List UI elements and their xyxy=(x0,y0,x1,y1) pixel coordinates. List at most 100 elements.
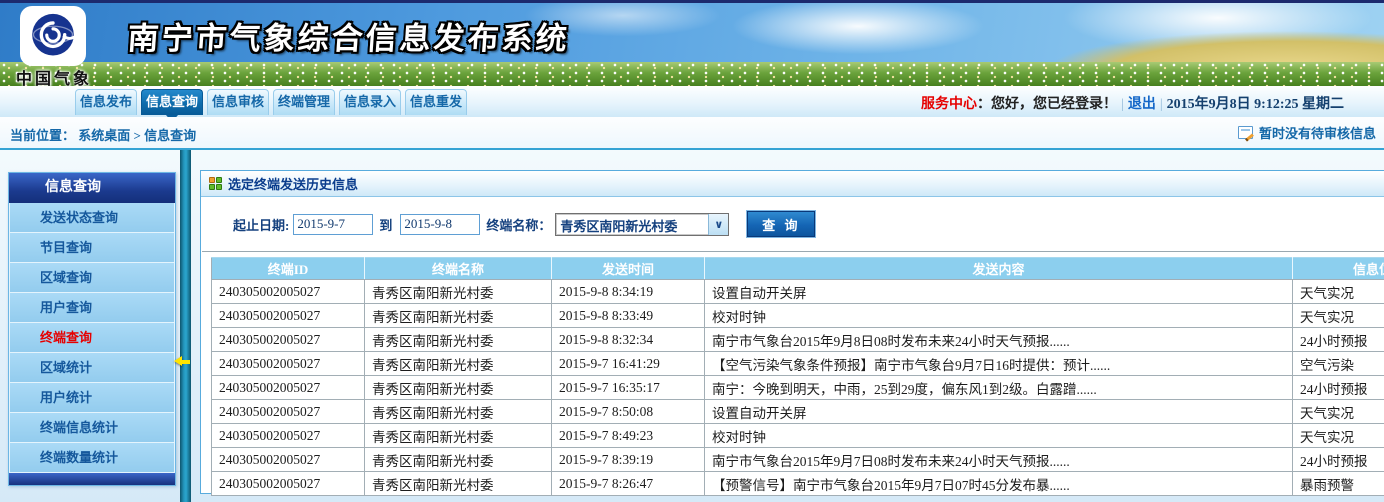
sidebar-item[interactable]: 终端查询 xyxy=(9,323,175,353)
table-header-row: 终端ID终端名称发送时间发送内容信息位 xyxy=(212,258,1384,280)
table-cell: 青秀区南阳新光村委 xyxy=(365,448,552,472)
table-row: 240305002005027青秀区南阳新光村委2015-9-8 8:33:49… xyxy=(212,304,1384,328)
table-cell: 2015-9-7 16:41:29 xyxy=(552,352,705,376)
cma-logo-icon xyxy=(20,6,86,66)
table-cell: 240305002005027 xyxy=(212,280,365,304)
table-cell: 240305002005027 xyxy=(212,376,365,400)
sidebar-item[interactable]: 用户统计 xyxy=(9,383,175,413)
nav-tab[interactable]: 信息录入 xyxy=(339,89,401,115)
table-cell: 青秀区南阳新光村委 xyxy=(365,352,552,376)
table-cell: 2015-9-7 8:26:47 xyxy=(552,472,705,496)
table-cell: 青秀区南阳新光村委 xyxy=(365,328,552,352)
table-cell: 240305002005027 xyxy=(212,472,365,496)
nav-tab[interactable]: 信息发布 xyxy=(75,89,137,115)
table-cell: 青秀区南阳新光村委 xyxy=(365,376,552,400)
column-header: 发送内容 xyxy=(705,258,1293,280)
to-label: 到 xyxy=(379,215,392,234)
breadcrumb-path: 系统桌面 > 信息查询 xyxy=(78,128,196,143)
date-to-input[interactable] xyxy=(400,214,480,235)
search-button[interactable]: 查 询 xyxy=(747,211,815,237)
sidebar-splitter[interactable] xyxy=(180,150,191,502)
chevron-down-icon[interactable]: ∨ xyxy=(708,214,728,235)
column-header: 发送时间 xyxy=(552,258,705,280)
table-row: 240305002005027青秀区南阳新光村委2015-9-7 8:50:08… xyxy=(212,400,1384,424)
table-cell: 天气实况 xyxy=(1293,304,1384,328)
breadcrumb-bar: 当前位置： 系统桌面 > 信息查询 暂时没有待审核信息 xyxy=(0,117,1384,150)
column-header: 信息位 xyxy=(1293,258,1384,280)
table-cell: 青秀区南阳新光村委 xyxy=(365,424,552,448)
date-from-input[interactable] xyxy=(293,214,373,235)
table-cell: 青秀区南阳新光村委 xyxy=(365,472,552,496)
breadcrumb-prefix: 当前位置： xyxy=(10,128,75,143)
table-cell: 设置自动开关屏 xyxy=(705,400,1293,424)
column-header: 终端名称 xyxy=(365,258,552,280)
table-row: 240305002005027青秀区南阳新光村委2015-9-7 8:26:47… xyxy=(212,472,1384,496)
terminal-select[interactable]: 青秀区南阳新光村委 ∨ xyxy=(555,213,729,236)
sidebar-item[interactable]: 发送状态查询 xyxy=(9,203,175,233)
sidebar-item[interactable]: 终端数量统计 xyxy=(9,443,175,473)
pending-review-notice[interactable]: 暂时没有待审核信息 xyxy=(1238,123,1376,142)
divider-pipe: | xyxy=(1117,97,1128,112)
table-cell: 青秀区南阳新光村委 xyxy=(365,400,552,424)
sidebar-title: 信息查询 xyxy=(9,173,175,203)
table-cell: 2015-9-7 8:50:08 xyxy=(552,400,705,424)
collapse-sidebar-arrow-icon[interactable] xyxy=(174,356,191,367)
service-status-bar: 服务中心：您好，您已经登录！|退出|2015年9月8日 9:12:25 星期二 xyxy=(921,93,1344,113)
query-form: 起止日期: 到 终端名称： 青秀区南阳新光村委 ∨ 查 询 xyxy=(201,197,1384,251)
table-row: 240305002005027青秀区南阳新光村委2015-9-7 8:49:23… xyxy=(212,424,1384,448)
sidebar-item[interactable]: 节目查询 xyxy=(9,233,175,263)
sidebar-menu: 发送状态查询节目查询区域查询用户查询终端查询区域统计用户统计终端信息统计终端数量… xyxy=(9,203,175,473)
table-row: 240305002005027青秀区南阳新光村委2015-9-8 8:32:34… xyxy=(212,328,1384,352)
nav-tab[interactable]: 信息重发 xyxy=(405,89,467,115)
sidebar-item[interactable]: 终端信息统计 xyxy=(9,413,175,443)
sidebar-item[interactable]: 区域查询 xyxy=(9,263,175,293)
table-cell: 青秀区南阳新光村委 xyxy=(365,280,552,304)
table-row: 240305002005027青秀区南阳新光村委2015-9-8 8:34:19… xyxy=(212,280,1384,304)
service-center-label: 服务中心 xyxy=(921,97,977,112)
nav-tab[interactable]: 信息审核 xyxy=(207,89,269,115)
divider-pipe: | xyxy=(1156,97,1167,112)
date-range-label: 起止日期: xyxy=(233,215,289,234)
table-cell: 24小时预报 xyxy=(1293,448,1384,472)
sidebar-item[interactable]: 用户查询 xyxy=(9,293,175,323)
panel-titlebar: 选定终端发送历史信息 xyxy=(201,171,1384,197)
table-cell: 天气实况 xyxy=(1293,400,1384,424)
nav-tab[interactable]: 终端管理 xyxy=(273,89,335,115)
top-nav-bar: 信息发布信息查询信息审核终端管理信息录入信息重发 服务中心：您好，您已经登录！|… xyxy=(0,86,1384,117)
logout-link[interactable]: 退出 xyxy=(1128,97,1156,112)
column-header: 终端ID xyxy=(212,258,365,280)
history-panel: 选定终端发送历史信息 起止日期: 到 终端名称： 青秀区南阳新光村委 ∨ 查 询… xyxy=(200,170,1384,494)
datetime-text: 2015年9月8日 9:12:25 星期二 xyxy=(1167,97,1344,112)
table-cell: 24小时预报 xyxy=(1293,376,1384,400)
banner-grass-decor xyxy=(0,62,1384,86)
table-cell: 2015-9-7 16:35:17 xyxy=(552,376,705,400)
app-title: 南宁市气象综合信息发布系统 xyxy=(126,13,571,58)
terminal-name-label: 终端名称： xyxy=(486,215,551,234)
history-table-body: 240305002005027青秀区南阳新光村委2015-9-8 8:34:19… xyxy=(212,280,1384,496)
table-row: 240305002005027青秀区南阳新光村委2015-9-7 16:41:2… xyxy=(212,352,1384,376)
table-cell: 校对时钟 xyxy=(705,304,1293,328)
table-cell: 设置自动开关屏 xyxy=(705,280,1293,304)
sidebar: 信息查询 发送状态查询节目查询区域查询用户查询终端查询区域统计用户统计终端信息统… xyxy=(8,172,176,486)
table-row: 240305002005027青秀区南阳新光村委2015-9-7 8:39:19… xyxy=(212,448,1384,472)
table-cell: 240305002005027 xyxy=(212,448,365,472)
table-cell: 2015-9-8 8:34:19 xyxy=(552,280,705,304)
pending-review-text: 暂时没有待审核信息 xyxy=(1259,123,1376,142)
table-cell: 南宁市气象台2015年9月7日08时发布未来24小时天气预报...... xyxy=(705,448,1293,472)
table-cell: 240305002005027 xyxy=(212,328,365,352)
sidebar-item[interactable]: 区域统计 xyxy=(9,353,175,383)
edit-note-icon xyxy=(1238,126,1253,139)
form-separator xyxy=(202,251,1384,252)
table-cell: 天气实况 xyxy=(1293,424,1384,448)
greeting-text: ：您好，您已经登录！ xyxy=(977,97,1117,112)
nav-tabs: 信息发布信息查询信息审核终端管理信息录入信息重发 xyxy=(75,89,467,115)
panel-title: 选定终端发送历史信息 xyxy=(228,174,358,193)
grid-icon xyxy=(209,177,222,190)
table-cell: 空气污染 xyxy=(1293,352,1384,376)
sidebar-footer-bar xyxy=(9,473,175,485)
table-cell: 240305002005027 xyxy=(212,424,365,448)
table-cell: 240305002005027 xyxy=(212,304,365,328)
table-cell: 天气实况 xyxy=(1293,280,1384,304)
nav-tab[interactable]: 信息查询 xyxy=(141,89,203,115)
table-cell: 2015-9-7 8:39:19 xyxy=(552,448,705,472)
